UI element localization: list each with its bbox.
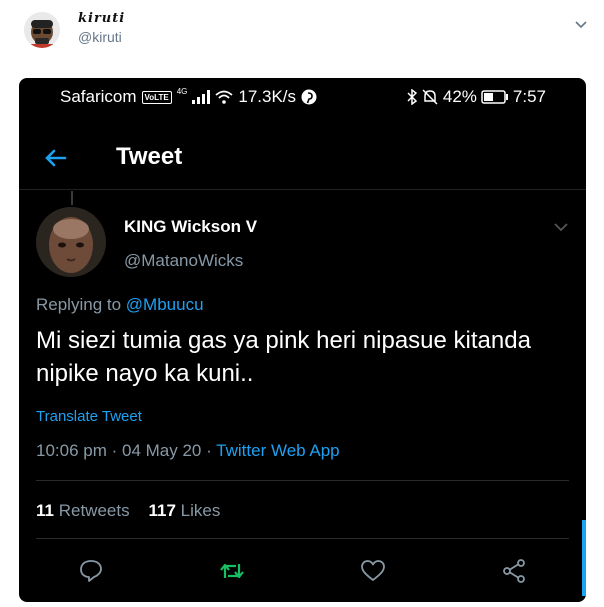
retweets-stat[interactable]: 11 Retweets: [36, 501, 130, 520]
network-type: 4G: [176, 86, 188, 96]
action-bar: [19, 553, 586, 593]
tweet-header: Tweet: [19, 133, 586, 190]
network-speed: 17.3K/s: [238, 87, 297, 106]
cartoon-avatar-icon: [24, 12, 60, 48]
chevron-down-icon[interactable]: [574, 18, 588, 32]
retweets-label: Retweets: [53, 501, 130, 520]
tweet-text: Mi siezi tumia gas ya pink heri nipasue …: [36, 327, 531, 387]
clock: 7:57: [512, 87, 546, 106]
phone-screenshot: Safaricom VoLTE 4G 17.3K/s 42% 7:57 Twee…: [19, 78, 586, 602]
engagement-counts: 11 Retweets 117 Likes: [36, 501, 220, 521]
bluetooth-icon: [407, 89, 417, 105]
replying-prefix: Replying to: [36, 295, 126, 314]
timestamp[interactable]: 10:06 pm · 04 May 20 ·: [36, 441, 216, 460]
source-app-link[interactable]: Twitter Web App: [216, 441, 339, 460]
avatar[interactable]: [24, 12, 60, 48]
wifi-icon: [215, 90, 233, 104]
thread-connector: [71, 191, 73, 205]
chevron-down-icon[interactable]: [553, 219, 569, 235]
divider: [36, 480, 569, 481]
replying-to: Replying to @Mbuucu: [36, 295, 204, 315]
user-handle[interactable]: @kiruti: [78, 29, 122, 45]
like-icon[interactable]: [360, 558, 386, 584]
likes-label: Likes: [175, 501, 221, 520]
scrollbar[interactable]: [582, 520, 586, 596]
embed-header: kiruti @kiruti: [0, 0, 604, 70]
battery-percent: 42%: [442, 87, 477, 106]
mention-link[interactable]: @Mbuucu: [126, 295, 204, 314]
likes-stat[interactable]: 117 Likes: [148, 501, 220, 520]
translate-link[interactable]: Translate Tweet: [36, 408, 142, 425]
tweet-meta: 10:06 pm · 04 May 20 · Twitter Web App: [36, 441, 340, 461]
pinterest-icon: [301, 89, 317, 105]
retweets-count: 11: [36, 501, 54, 520]
status-bar: Safaricom VoLTE 4G 17.3K/s 42% 7:57: [19, 78, 586, 114]
battery-icon: [481, 90, 508, 104]
portrait-image: [36, 207, 106, 277]
share-icon[interactable]: [501, 558, 527, 584]
author-handle[interactable]: @MatanoWicks: [124, 251, 243, 271]
retweet-icon[interactable]: [219, 558, 245, 584]
divider: [36, 538, 569, 539]
volte-badge: VoLTE: [141, 90, 172, 104]
user-name[interactable]: kiruti: [78, 11, 125, 26]
arrow-left-icon[interactable]: [43, 145, 69, 171]
page-title: Tweet: [116, 143, 183, 170]
reply-icon[interactable]: [78, 558, 104, 584]
signal-icon: [192, 90, 211, 104]
carrier-label: Safaricom: [60, 87, 137, 106]
author-name[interactable]: KING Wickson V: [124, 217, 257, 237]
likes-count: 117: [148, 501, 176, 520]
author-avatar[interactable]: [36, 207, 106, 277]
mute-bell-icon: [422, 89, 438, 105]
